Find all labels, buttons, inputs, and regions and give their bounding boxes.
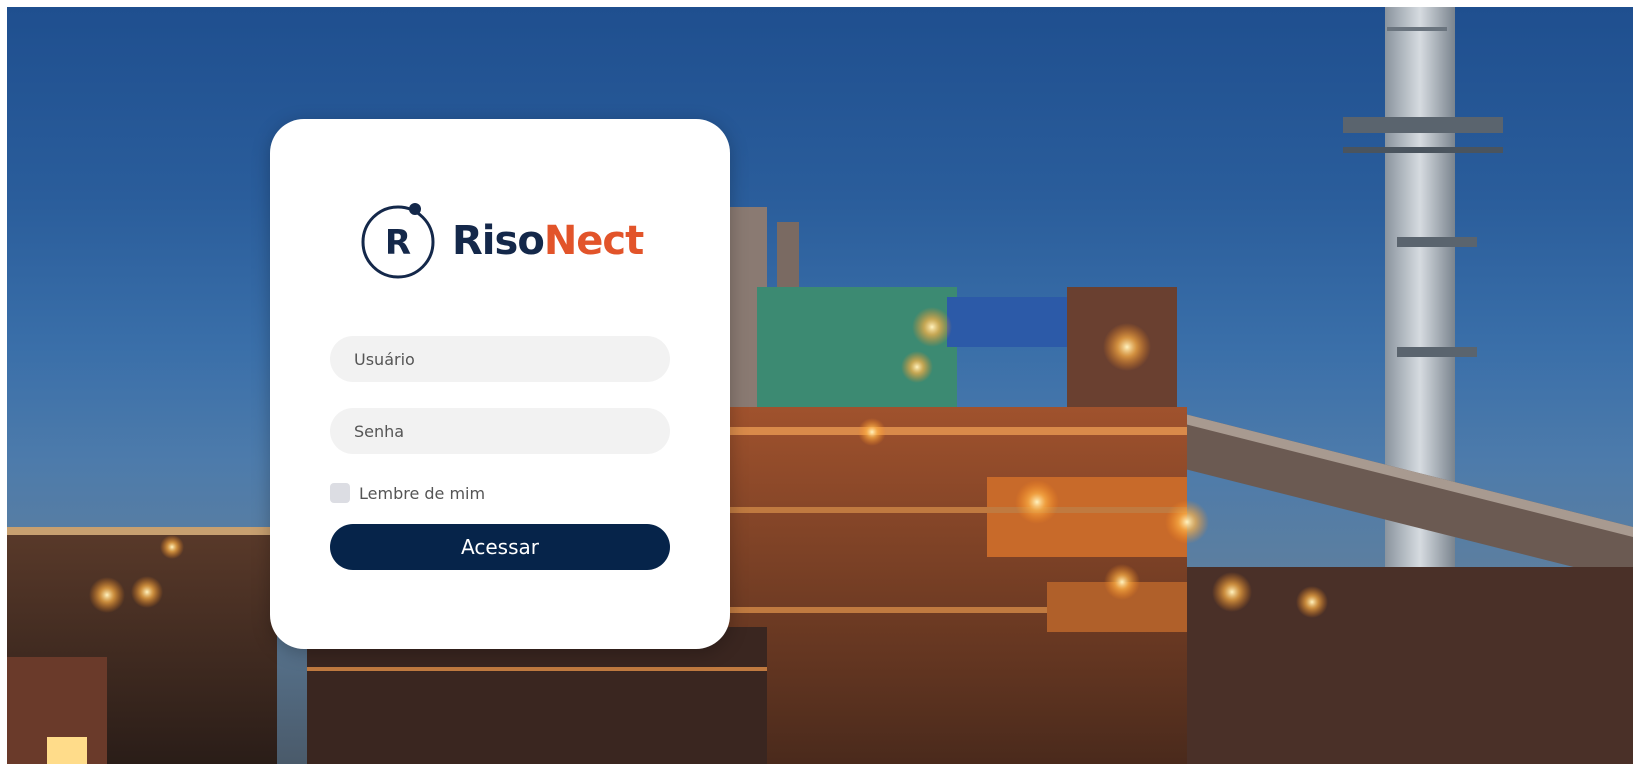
remember-me-label: Lembre de mim bbox=[359, 483, 486, 503]
brand-mark-letter: R bbox=[385, 223, 411, 263]
brand-name-part2: Nect bbox=[543, 218, 644, 264]
brand-name: RisoNect bbox=[452, 218, 644, 264]
brand-name-part1: Riso bbox=[452, 218, 545, 264]
industrial-plant-image bbox=[7, 7, 1633, 764]
username-input[interactable] bbox=[330, 336, 670, 382]
brand-logo: R RisoNect bbox=[360, 202, 650, 282]
login-card: R RisoNect Lembre de mim Acessar bbox=[270, 119, 730, 649]
remember-me-option[interactable]: Lembre de mim bbox=[330, 482, 485, 504]
background-photo: R RisoNect Lembre de mim Acessar bbox=[7, 7, 1633, 764]
brand-mark-icon: R bbox=[361, 203, 435, 279]
login-button[interactable]: Acessar bbox=[330, 524, 670, 570]
remember-me-checkbox[interactable] bbox=[330, 483, 350, 503]
password-input[interactable] bbox=[330, 408, 670, 454]
